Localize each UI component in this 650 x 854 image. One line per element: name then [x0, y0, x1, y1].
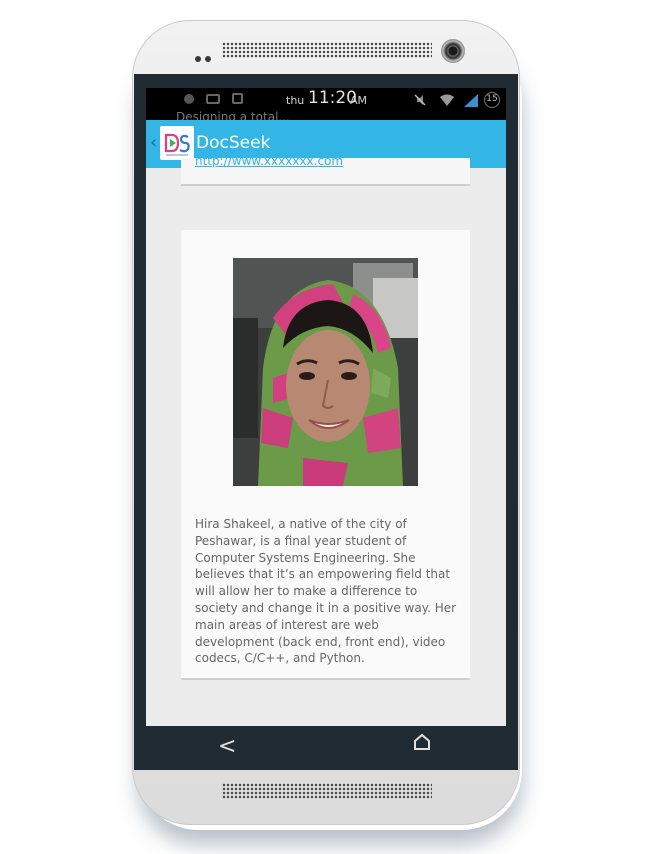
mute-icon	[414, 94, 426, 106]
front-camera	[441, 39, 465, 63]
back-arrow-icon[interactable]: <	[218, 734, 236, 759]
app-title: DocSeek	[196, 133, 271, 153]
profile-photo	[233, 258, 418, 486]
wifi-icon	[440, 94, 454, 106]
content-scroll[interactable]: http://www.xxxxxxx.com Hira Shakeel, a n…	[146, 154, 506, 726]
battery-indicator: 15	[484, 92, 500, 108]
status-day: thu	[286, 94, 305, 107]
sensor-dot	[195, 56, 201, 62]
chevron-left-icon[interactable]: ‹	[150, 132, 157, 153]
home-icon[interactable]	[412, 732, 432, 752]
sensor-dot	[205, 56, 211, 62]
screen: Designing a total... thu 11:20 AM 15 ‹ D…	[146, 88, 506, 726]
earpiece-speaker	[222, 42, 432, 58]
profile-card: Hira Shakeel, a native of the city of Pe…	[181, 230, 470, 680]
camera-icon	[232, 93, 243, 104]
docseek-logo-icon[interactable]	[160, 126, 194, 160]
status-bar: Designing a total... thu 11:20 AM 15	[146, 88, 506, 124]
status-ampm: AM	[350, 94, 368, 107]
signal-icon	[464, 94, 478, 107]
notification-icon	[184, 94, 194, 104]
bottom-speaker	[222, 783, 432, 799]
previous-card: http://www.xxxxxxx.com	[181, 154, 470, 186]
previous-card-link[interactable]: http://www.xxxxxxx.com	[195, 154, 343, 168]
navigation-bar: <	[134, 726, 518, 770]
gallery-icon	[206, 94, 220, 104]
profile-bio: Hira Shakeel, a native of the city of Pe…	[195, 517, 457, 666]
